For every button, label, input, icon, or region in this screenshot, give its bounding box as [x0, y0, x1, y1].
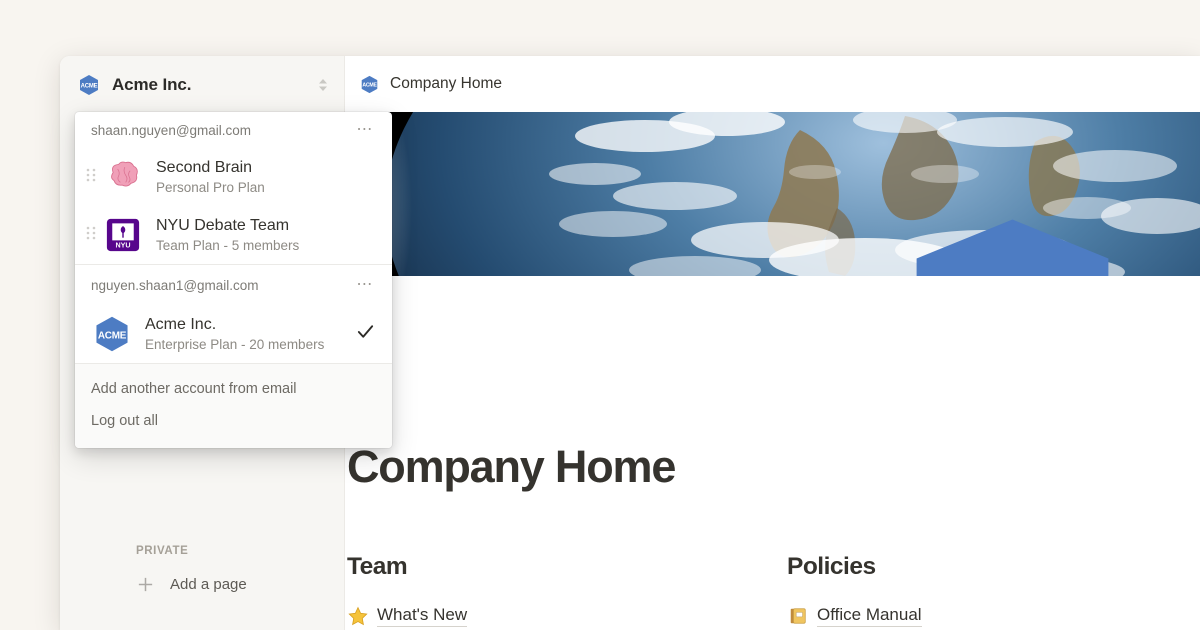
- account-header: nguyen.shaan1@gmail.com ⋯: [75, 265, 392, 305]
- sidebar-section-label: PRIVATE: [136, 545, 189, 557]
- page-link-label: What's New: [377, 605, 468, 627]
- plus-icon: [134, 575, 156, 594]
- dropdown-footer: Add another account from email Log out a…: [75, 363, 392, 448]
- svg-text:ACME: ACME: [81, 84, 98, 90]
- topbar: ACME Company Home: [345, 56, 1200, 112]
- workspace-plan: Team Plan - 5 members: [156, 238, 300, 253]
- workspace-text: Second Brain Personal Pro Plan: [156, 157, 356, 197]
- sidebar-item-label: Add a page: [170, 575, 247, 593]
- column-heading: Team: [347, 553, 408, 580]
- page-link-office-manual[interactable]: Office Manual: [787, 605, 922, 627]
- account-header: shaan.nguyen@gmail.com ⋯: [75, 112, 392, 148]
- drag-handle-icon[interactable]: [85, 222, 97, 249]
- column-policies: Policies Office Manual: [787, 553, 922, 627]
- account-switcher-dropdown: shaan.nguyen@gmail.com ⋯ Second Brain Pe…: [75, 112, 392, 448]
- acme-hexagon-logo-icon: ACME: [78, 74, 100, 96]
- nyu-logo-icon: NYU: [104, 216, 142, 254]
- workspace-item-nyu-debate-team[interactable]: NYU NYU Debate Team Team Plan - 5 member…: [75, 206, 392, 264]
- brain-emoji-icon: [104, 158, 142, 196]
- workspace-item-acme-inc[interactable]: ACME Acme Inc. Enterprise Plan - 20 memb…: [75, 305, 392, 363]
- page-cover-image[interactable]: ACME: [345, 112, 1200, 276]
- workspace-plan: Enterprise Plan - 20 members: [145, 337, 325, 352]
- workspace-plan: Personal Pro Plan: [156, 180, 265, 195]
- chevron-up-down-icon[interactable]: [316, 75, 330, 95]
- log-out-all-button[interactable]: Log out all: [75, 405, 392, 437]
- sidebar-item-add-a-page[interactable]: Add a page: [134, 570, 247, 598]
- star-emoji-icon: [347, 606, 368, 627]
- workspace-text: Acme Inc. Enterprise Plan - 20 members: [145, 314, 356, 354]
- page-link-label: Office Manual: [817, 605, 922, 627]
- column-team: Team What's New: [347, 553, 468, 627]
- account-email: shaan.nguyen@gmail.com: [91, 122, 252, 138]
- workspace-text: NYU Debate Team Team Plan - 5 members: [156, 215, 356, 255]
- workspace-item-second-brain[interactable]: Second Brain Personal Pro Plan: [75, 148, 392, 206]
- breadcrumb[interactable]: Company Home: [390, 75, 502, 93]
- workspace-name: NYU Debate Team: [156, 217, 290, 234]
- workspace-name: Acme Inc.: [112, 75, 192, 94]
- svg-text:ACME: ACME: [98, 330, 127, 341]
- acme-hexagon-logo-icon: ACME: [93, 315, 131, 353]
- svg-text:NYU: NYU: [115, 242, 130, 250]
- main-content: ACME Company Home: [345, 56, 1200, 630]
- workspace-switcher-button[interactable]: ACME Acme Inc.: [60, 56, 344, 114]
- workspace-name: Acme Inc.: [145, 316, 217, 333]
- notebook-emoji-icon: [787, 606, 808, 627]
- acme-hexagon-logo-icon: ACME: [360, 75, 379, 94]
- ellipsis-icon[interactable]: ⋯: [354, 122, 376, 138]
- drag-handle-icon[interactable]: [85, 164, 97, 191]
- svg-text:ACME: ACME: [362, 82, 377, 88]
- checkmark-icon: [356, 322, 376, 346]
- screenshot-root: ACME Acme Inc. PRIVATE Add a page ACME C…: [0, 0, 1200, 630]
- add-another-account-button[interactable]: Add another account from email: [75, 373, 392, 405]
- svg-text:ACME: ACME: [925, 265, 1099, 276]
- acme-hero-logo: ACME: [585, 214, 1109, 276]
- page-link-whats-new[interactable]: What's New: [347, 605, 468, 627]
- column-heading: Policies: [787, 553, 876, 580]
- account-email: nguyen.shaan1@gmail.com: [91, 277, 259, 293]
- workspace-name: Second Brain: [156, 159, 253, 176]
- page-title[interactable]: Company Home: [347, 441, 676, 493]
- sidebar-item-templates[interactable]: Templates: [134, 625, 238, 630]
- ellipsis-icon[interactable]: ⋯: [354, 277, 376, 293]
